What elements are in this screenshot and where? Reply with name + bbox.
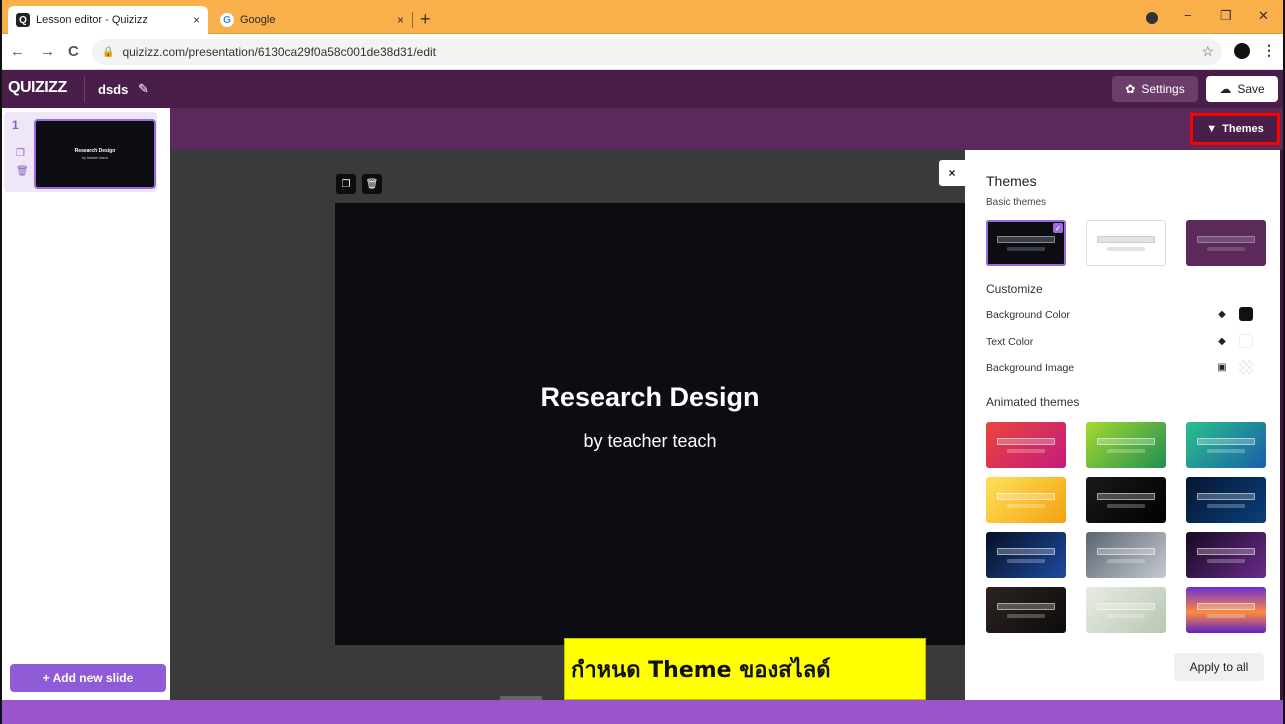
save-button[interactable]: ☁ Save: [1206, 76, 1278, 102]
duplicate-slide-icon[interactable]: ❐: [16, 148, 25, 159]
basic-theme-dark[interactable]: ✓: [986, 220, 1066, 266]
slide-list-item[interactable]: 1 Research Design by teacher teach ❐ 🗑: [4, 112, 157, 192]
themes-label: Themes: [1222, 123, 1264, 135]
bookmark-star-icon[interactable]: ☆: [1201, 43, 1214, 60]
gear-icon: ✿: [1125, 82, 1136, 96]
thumbnail-title: Research Design: [74, 148, 116, 154]
animated-themes-label: Animated themes: [986, 395, 1080, 409]
back-arrow-icon[interactable]: ←: [10, 43, 25, 60]
quizizz-logo[interactable]: QUIZIZZ: [8, 79, 67, 97]
text-color-label: Text Color: [986, 336, 1034, 348]
quizizz-favicon-icon: Q: [16, 13, 30, 27]
animated-theme-blue-network[interactable]: [1186, 477, 1266, 523]
app-header: QUIZIZZ dsds ✎ ✿ Settings ☁ Save: [0, 70, 1285, 108]
profile-indicator-icon[interactable]: [1146, 12, 1158, 24]
close-window-icon[interactable]: ✕: [1258, 8, 1269, 24]
themes-panel: Themes Basic themes ✓ Customize Backgrou…: [965, 150, 1280, 700]
bottom-bar: [0, 700, 1285, 724]
animated-theme-sunset-purple[interactable]: [1186, 587, 1266, 633]
google-favicon-icon: G: [220, 13, 234, 27]
presentation-title[interactable]: dsds: [98, 82, 128, 97]
copy-slide-icon[interactable]: ❐: [336, 174, 356, 194]
animated-theme-teal-blue-gradient[interactable]: [1186, 422, 1266, 468]
text-color-control[interactable]: ◆: [1215, 334, 1253, 348]
slide-thumbnail[interactable]: Research Design by teacher teach: [34, 119, 156, 189]
background-color-label: Background Color: [986, 309, 1071, 321]
background-image-control[interactable]: ▣: [1215, 360, 1253, 374]
forward-arrow-icon[interactable]: →: [40, 43, 55, 60]
animated-theme-palm-light[interactable]: [1086, 587, 1166, 633]
paint-bucket-icon: ◆: [1218, 335, 1226, 347]
instruction-caption: กำหนด Theme ของสไลด์: [564, 638, 926, 700]
add-new-slide-button[interactable]: + Add new slide: [10, 664, 166, 692]
frame-left: [0, 0, 2, 724]
tab-lesson-editor[interactable]: Q Lesson editor - Quizizz ×: [8, 6, 208, 34]
browser-menu-icon[interactable]: ⋮: [1262, 42, 1276, 59]
animated-theme-purple-wave[interactable]: [1186, 532, 1266, 578]
tab-divider: [412, 12, 413, 28]
new-tab-button[interactable]: +: [420, 9, 431, 30]
background-image-label: Background Image: [986, 362, 1075, 374]
image-icon: ▣: [1217, 361, 1227, 373]
restore-icon[interactable]: ❐: [1220, 8, 1232, 24]
lock-icon: 🔒: [102, 46, 115, 58]
tab-label: Lesson editor - Quizizz: [36, 14, 148, 26]
tab-google[interactable]: G Google ×: [212, 6, 412, 34]
close-tab-icon[interactable]: ×: [193, 13, 200, 27]
delete-slide-icon[interactable]: 🗑: [16, 166, 29, 177]
slide-list-panel: 1 Research Design by teacher teach ❐ 🗑: [0, 108, 170, 700]
text-color-swatch[interactable]: [1239, 334, 1253, 348]
browser-tab-strip: Q Lesson editor - Quizizz × G Google × +…: [0, 0, 1285, 34]
reload-icon[interactable]: C: [68, 43, 79, 60]
close-tab-icon[interactable]: ×: [397, 13, 404, 27]
basic-themes-label: Basic themes: [986, 197, 1047, 208]
animated-theme-black-lines[interactable]: [1086, 477, 1166, 523]
animated-theme-lime-green-gradient[interactable]: [1086, 422, 1166, 468]
slide-toolbar: ❐ 🗑: [336, 174, 382, 194]
animated-theme-yellow-gradient[interactable]: [986, 477, 1066, 523]
edit-title-icon[interactable]: ✎: [138, 81, 149, 97]
animated-theme-pink-red-gradient[interactable]: [986, 422, 1066, 468]
address-bar: ← → C 🔒 quizizz.com/presentation/6130ca2…: [0, 34, 1285, 70]
settings-label: Settings: [1141, 82, 1185, 96]
settings-button[interactable]: ✿ Settings: [1112, 76, 1198, 102]
close-themes-icon[interactable]: ×: [939, 160, 965, 186]
save-label: Save: [1237, 82, 1265, 96]
animated-theme-grey-mist[interactable]: [1086, 532, 1166, 578]
url-input[interactable]: 🔒 quizizz.com/presentation/6130ca29f0a58…: [92, 39, 1222, 65]
paint-bucket-icon: ◆: [1218, 308, 1226, 320]
minimize-icon[interactable]: −: [1184, 8, 1192, 23]
selected-check-icon: ✓: [1053, 223, 1063, 233]
slide-subtitle[interactable]: by teacher teach: [583, 431, 716, 452]
trash-icon[interactable]: 🗑: [362, 174, 382, 194]
tab-label: Google: [240, 14, 276, 26]
apply-to-all-button[interactable]: Apply to all: [1174, 653, 1264, 681]
cloud-icon: ☁: [1219, 82, 1232, 96]
slide-number: 1: [12, 118, 19, 132]
editor-toolbar: [170, 108, 1285, 150]
thumbnail-subtitle: by teacher teach: [82, 156, 108, 160]
themes-button[interactable]: ▼ Themes: [1190, 113, 1280, 145]
url-text: quizizz.com/presentation/6130ca29f0a58c0…: [122, 45, 437, 59]
animated-theme-blue-constellation[interactable]: [986, 532, 1066, 578]
paint-brush-icon: ▼: [1206, 123, 1218, 135]
header-divider: [84, 76, 85, 102]
slide-title[interactable]: Research Design: [540, 382, 759, 413]
customize-label: Customize: [986, 282, 1043, 296]
profile-avatar[interactable]: [1234, 43, 1250, 59]
basic-theme-purple[interactable]: [1186, 220, 1266, 266]
slide-preview[interactable]: Research Design by teacher teach: [335, 203, 965, 645]
basic-theme-light[interactable]: [1086, 220, 1166, 266]
background-color-control[interactable]: ◆: [1215, 307, 1253, 321]
animated-theme-dark-brown[interactable]: [986, 587, 1066, 633]
background-image-swatch[interactable]: [1239, 360, 1253, 374]
background-color-swatch[interactable]: [1239, 307, 1253, 321]
themes-panel-title: Themes: [986, 173, 1037, 189]
